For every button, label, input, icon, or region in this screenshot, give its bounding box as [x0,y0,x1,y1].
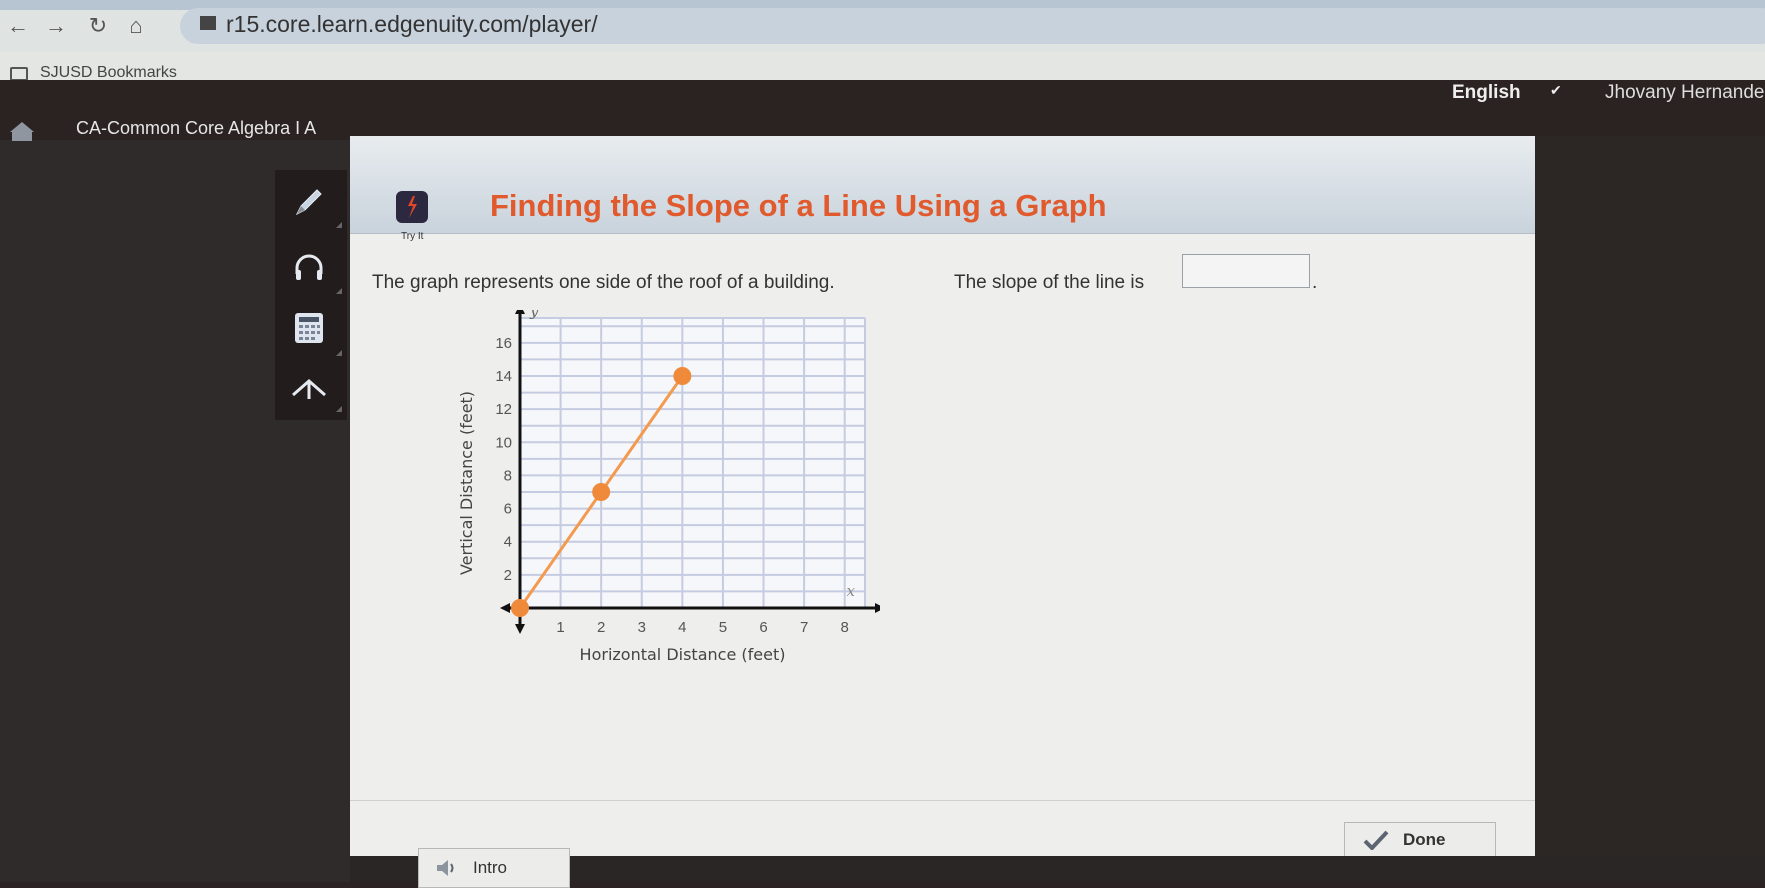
intro-button[interactable]: Intro [418,848,570,888]
x-axis-label: Horizontal Distance (feet) [580,645,786,664]
intro-label: Intro [473,858,508,877]
x-tick-label: 8 [841,619,849,636]
data-point [511,599,529,617]
footer-divider [350,800,1535,801]
done-label: Done [1403,830,1446,849]
y-axis-label: Vertical Distance (feet) [457,391,476,575]
checkmark-icon [1363,830,1389,850]
forward-arrow-icon[interactable]: → [44,14,68,38]
y-tick-label: 4 [504,534,512,551]
y-axis-arrow-down [515,624,525,634]
question-end: . [1312,272,1318,293]
lesson-title: Finding the Slope of a Line Using a Grap… [490,188,1107,223]
language-select[interactable]: English [1452,82,1521,104]
user-name[interactable]: Jhovany Hernandez [1605,82,1765,104]
x-tick-label: 4 [678,619,686,636]
y-axis-arrow-up [515,310,525,314]
chevron-down-icon[interactable]: ✔ [1550,82,1562,99]
y-tick-label: 6 [504,501,512,518]
activity-label: Try It [401,231,424,242]
formula-icon[interactable] [285,364,333,412]
x-axis-arrow-left [500,603,510,613]
try-it-icon [396,191,428,223]
y-tick-label: 16 [495,335,512,352]
y-tick-label: 10 [495,434,512,451]
y-tick-label: 14 [495,368,512,385]
formula-menu-corner [336,406,342,412]
right-background [1535,136,1765,882]
back-arrow-icon[interactable]: ← [6,14,30,38]
calculator-menu-corner [336,350,342,356]
home-icon[interactable]: ⌂ [124,14,148,38]
done-button[interactable]: Done [1344,822,1496,858]
headphones-menu-corner [336,288,342,294]
question-text: The slope of the line is [954,272,1145,293]
x-tick-label: 1 [556,619,564,636]
slope-answer-input[interactable] [1182,254,1310,288]
calculator-icon[interactable] [285,304,333,352]
y-axis-variable: y [529,310,539,320]
speaker-icon [437,860,454,876]
x-tick-label: 7 [800,619,808,636]
reload-icon[interactable]: ↻ [86,14,110,38]
x-tick-label: 2 [597,619,605,636]
url-text[interactable]: r15.core.learn.edgenuity.com/player/ [226,11,598,38]
x-tick-label: 3 [638,619,646,636]
pencil-icon[interactable] [285,178,333,226]
folder-icon [10,67,28,81]
course-title[interactable]: CA-Common Core Algebra I A [76,118,316,139]
site-info-icon[interactable] [200,16,216,30]
pencil-menu-corner [336,222,342,228]
plot-area [520,318,865,608]
x-tick-label: 6 [759,619,767,636]
course-home-icon-base[interactable] [12,131,32,141]
question-prompt: The graph represents one side of the roo… [372,272,835,293]
data-point [592,483,611,501]
x-axis-arrow-right [875,603,880,613]
y-tick-label: 8 [504,467,512,484]
headphones-icon[interactable] [285,244,333,292]
roof-slope-graph: 1 2 3 4 5 6 7 8246810121416yxHorizontal Distanc… [457,310,880,664]
y-tick-label: 2 [504,567,512,584]
x-axis-variable: x [847,582,856,600]
y-tick-label: 12 [495,401,512,418]
data-point [673,367,692,385]
x-tick-label: 5 [719,619,727,636]
